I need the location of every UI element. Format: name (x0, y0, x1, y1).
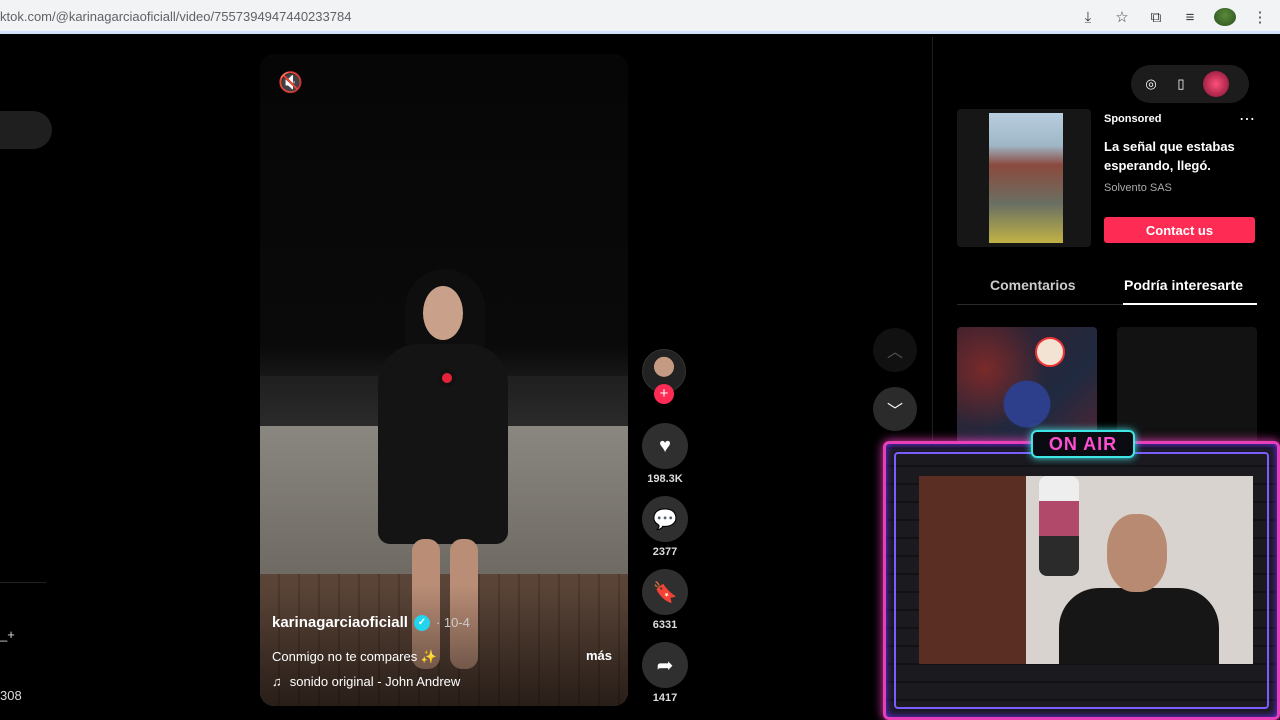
video-music[interactable]: ♫ sonido original - John Andrew (272, 674, 460, 689)
more-button[interactable]: más (586, 648, 612, 663)
star-icon[interactable]: ☆ (1112, 7, 1132, 27)
like-button[interactable]: ♥ (642, 423, 688, 469)
video-caption: Conmigo no te compares ✨ (272, 649, 438, 664)
save-count: 6331 (652, 619, 678, 631)
video-date: · 10-4 (435, 615, 470, 630)
install-icon[interactable]: ⤓ (1078, 7, 1098, 27)
top-right-controls: ◎ ▯ (1131, 65, 1249, 103)
streamer-webcam-overlay: ON AIR (883, 430, 1280, 720)
user-avatar[interactable] (1203, 71, 1229, 97)
sidebar-divider (0, 582, 46, 583)
menu-icon[interactable]: ⋮ (1250, 7, 1270, 27)
video-person-face (423, 286, 463, 340)
next-video-button[interactable]: ﹀ (873, 387, 917, 431)
share-arrow-icon: ➦ (656, 654, 674, 677)
phone-icon[interactable]: ▯ (1173, 76, 1189, 92)
muted-speaker-icon[interactable]: 🔇 (278, 70, 304, 96)
browser-icon-group: ⤓ ☆ ⧉ ≡ ⋮ (1078, 7, 1270, 27)
video-author[interactable]: karinagarciaoficiall ✓ · 10-4 (272, 614, 470, 631)
share-button[interactable]: ➦ (642, 642, 688, 688)
music-title[interactable]: sonido original - John Andrew (290, 674, 461, 689)
sidebar-partial-text: _+ (0, 627, 15, 642)
comment-icon: 💬 (652, 508, 678, 531)
webcam-hanging-item (1039, 476, 1079, 576)
ad-sponsored-label: Sponsored (1104, 113, 1162, 125)
tab-podria-interesarte[interactable]: Podría interesarte (1124, 277, 1243, 293)
panel-tabs: Comentarios Podría interesarte (957, 269, 1257, 305)
heart-icon: ♥ (659, 434, 671, 457)
comment-count: 2377 (652, 546, 678, 558)
ad-title: La señal que estabas esperando, llegó. (1104, 139, 1235, 173)
ad-brand: Solvento SAS (1104, 182, 1172, 194)
webcam-person-head (1107, 514, 1167, 592)
censor-dot (438, 369, 456, 387)
like-count: 198.3K (647, 473, 683, 485)
browser-toolbar: ktok.com/@karinagarciaoficiall/video/755… (0, 0, 1280, 34)
active-tab-indicator (1123, 303, 1257, 305)
bookmark-icon: 🔖 (652, 581, 678, 604)
sidebar-partial-count: 308 (0, 688, 22, 703)
clown-emoji-icon (1035, 337, 1065, 367)
chevron-down-icon: ﹀ (886, 403, 903, 420)
more-options-icon[interactable]: ⋯ (1239, 109, 1255, 129)
sponsored-ad[interactable]: Sponsored ⋯ La señal que estabas esperan… (957, 109, 1257, 247)
ad-thumbnail[interactable] (989, 113, 1063, 243)
address-bar-url[interactable]: ktok.com/@karinagarciaoficiall/video/755… (0, 9, 351, 24)
webcam-person-body (1059, 588, 1219, 664)
comment-button[interactable]: 💬 (642, 496, 688, 542)
contact-us-button[interactable]: Contact us (1104, 217, 1255, 243)
previous-video-button[interactable]: ︿ (873, 328, 917, 372)
media-icon[interactable]: ≡ (1180, 7, 1200, 27)
follow-plus-icon[interactable]: + (654, 384, 674, 404)
on-air-sign: ON AIR (1031, 430, 1135, 458)
save-button[interactable]: 🔖 (642, 569, 688, 615)
share-count: 1417 (652, 692, 678, 704)
author-username[interactable]: karinagarciaoficiall (272, 614, 408, 631)
music-note-icon: ♫ (272, 674, 282, 689)
sidebar-search-pill[interactable] (0, 111, 52, 149)
video-player[interactable]: 🔇 karinagarciaoficiall ✓ · 10-4 Conmigo … (260, 54, 628, 706)
tab-comentarios[interactable]: Comentarios (990, 277, 1076, 293)
webcam-feed (919, 476, 1253, 664)
profile-icon[interactable] (1214, 8, 1236, 26)
compass-icon[interactable]: ◎ (1143, 76, 1159, 92)
chevron-up-icon: ︿ (886, 344, 903, 361)
verified-badge-icon: ✓ (413, 614, 430, 631)
extensions-icon[interactable]: ⧉ (1146, 7, 1166, 27)
